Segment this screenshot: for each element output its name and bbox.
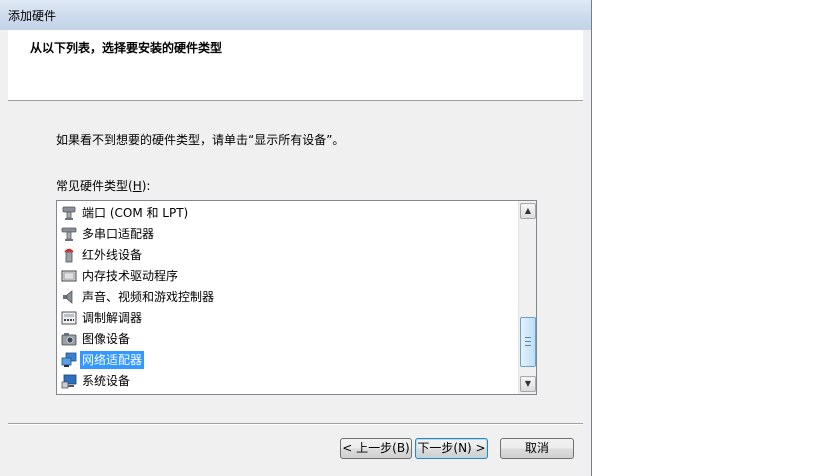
- list-item-network-adapters[interactable]: 网络适配器: [61, 350, 145, 370]
- list-item-label: 调制解调器: [82, 311, 143, 325]
- instruction-text: 如果看不到想要的硬件类型，请单击“显示所有设备”。: [56, 133, 345, 147]
- speaker-icon: [61, 289, 77, 305]
- camera-icon: [61, 331, 77, 347]
- cancel-button[interactable]: 取消: [500, 438, 574, 459]
- scroll-down-icon[interactable]: ▼: [520, 376, 536, 392]
- wizard-header: 从以下列表，选择要安装的硬件类型: [8, 30, 583, 101]
- infrared-icon: [61, 247, 77, 263]
- access-key: H: [132, 179, 142, 193]
- label-suffix: ):: [141, 179, 151, 193]
- system-device-icon: [61, 373, 77, 389]
- list-item-system-devices[interactable]: 系统设备: [61, 371, 132, 391]
- list-item-sound-video-game[interactable]: 声音、视频和游戏控制器: [61, 287, 216, 307]
- next-button[interactable]: 下一步(N) >: [415, 438, 488, 459]
- back-button[interactable]: < 上一步(B): [340, 438, 412, 459]
- list-item-ports[interactable]: 端口 (COM 和 LPT): [61, 203, 190, 223]
- window-title: 添加硬件: [8, 9, 57, 23]
- list-scrollbar[interactable]: ▲ ▼: [518, 201, 536, 394]
- list-item-imaging-devices[interactable]: 图像设备: [61, 329, 132, 349]
- list-item-label: 多串口适配器: [82, 227, 155, 241]
- list-item-multiport-serial[interactable]: 多串口适配器: [61, 224, 156, 244]
- list-item-infrared[interactable]: 红外线设备: [61, 245, 144, 265]
- modem-icon: [61, 310, 77, 326]
- port-icon: [61, 205, 77, 221]
- list-item-modem[interactable]: 调制解调器: [61, 308, 144, 328]
- scroll-up-icon[interactable]: ▲: [520, 203, 536, 219]
- page-heading: 从以下列表，选择要安装的硬件类型: [30, 41, 223, 55]
- memory-technology-icon: [61, 268, 77, 284]
- grip-icon: [525, 337, 531, 346]
- list-item-label: 图像设备: [82, 332, 131, 346]
- add-hardware-dialog: 添加硬件 从以下列表，选择要安装的硬件类型 如果看不到想要的硬件类型，请单击“显…: [0, 0, 592, 476]
- list-item-label: 声音、视频和游戏控制器: [82, 290, 215, 304]
- title-bar[interactable]: 添加硬件: [0, 0, 591, 30]
- list-item-label: 端口 (COM 和 LPT): [82, 206, 189, 220]
- list-item-label: 系统设备: [82, 374, 131, 388]
- hardware-type-list-label: 常见硬件类型(H):: [56, 177, 150, 194]
- scroll-thumb[interactable]: [520, 317, 536, 367]
- list-item-label: 内存技术驱动程序: [82, 269, 179, 283]
- list-item-label: 网络适配器: [80, 351, 145, 369]
- list-item-label: 红外线设备: [82, 248, 143, 262]
- list-item-memory-technology[interactable]: 内存技术驱动程序: [61, 266, 180, 286]
- hardware-type-list[interactable]: 端口 (COM 和 LPT) 多串口适配器 红外线设备 内存技术驱动程序 声音、…: [56, 200, 537, 395]
- multiport-serial-icon: [61, 226, 77, 242]
- footer-separator: [8, 423, 583, 425]
- network-adapter-icon: [61, 352, 77, 368]
- label-prefix: 常见硬件类型(: [56, 179, 133, 193]
